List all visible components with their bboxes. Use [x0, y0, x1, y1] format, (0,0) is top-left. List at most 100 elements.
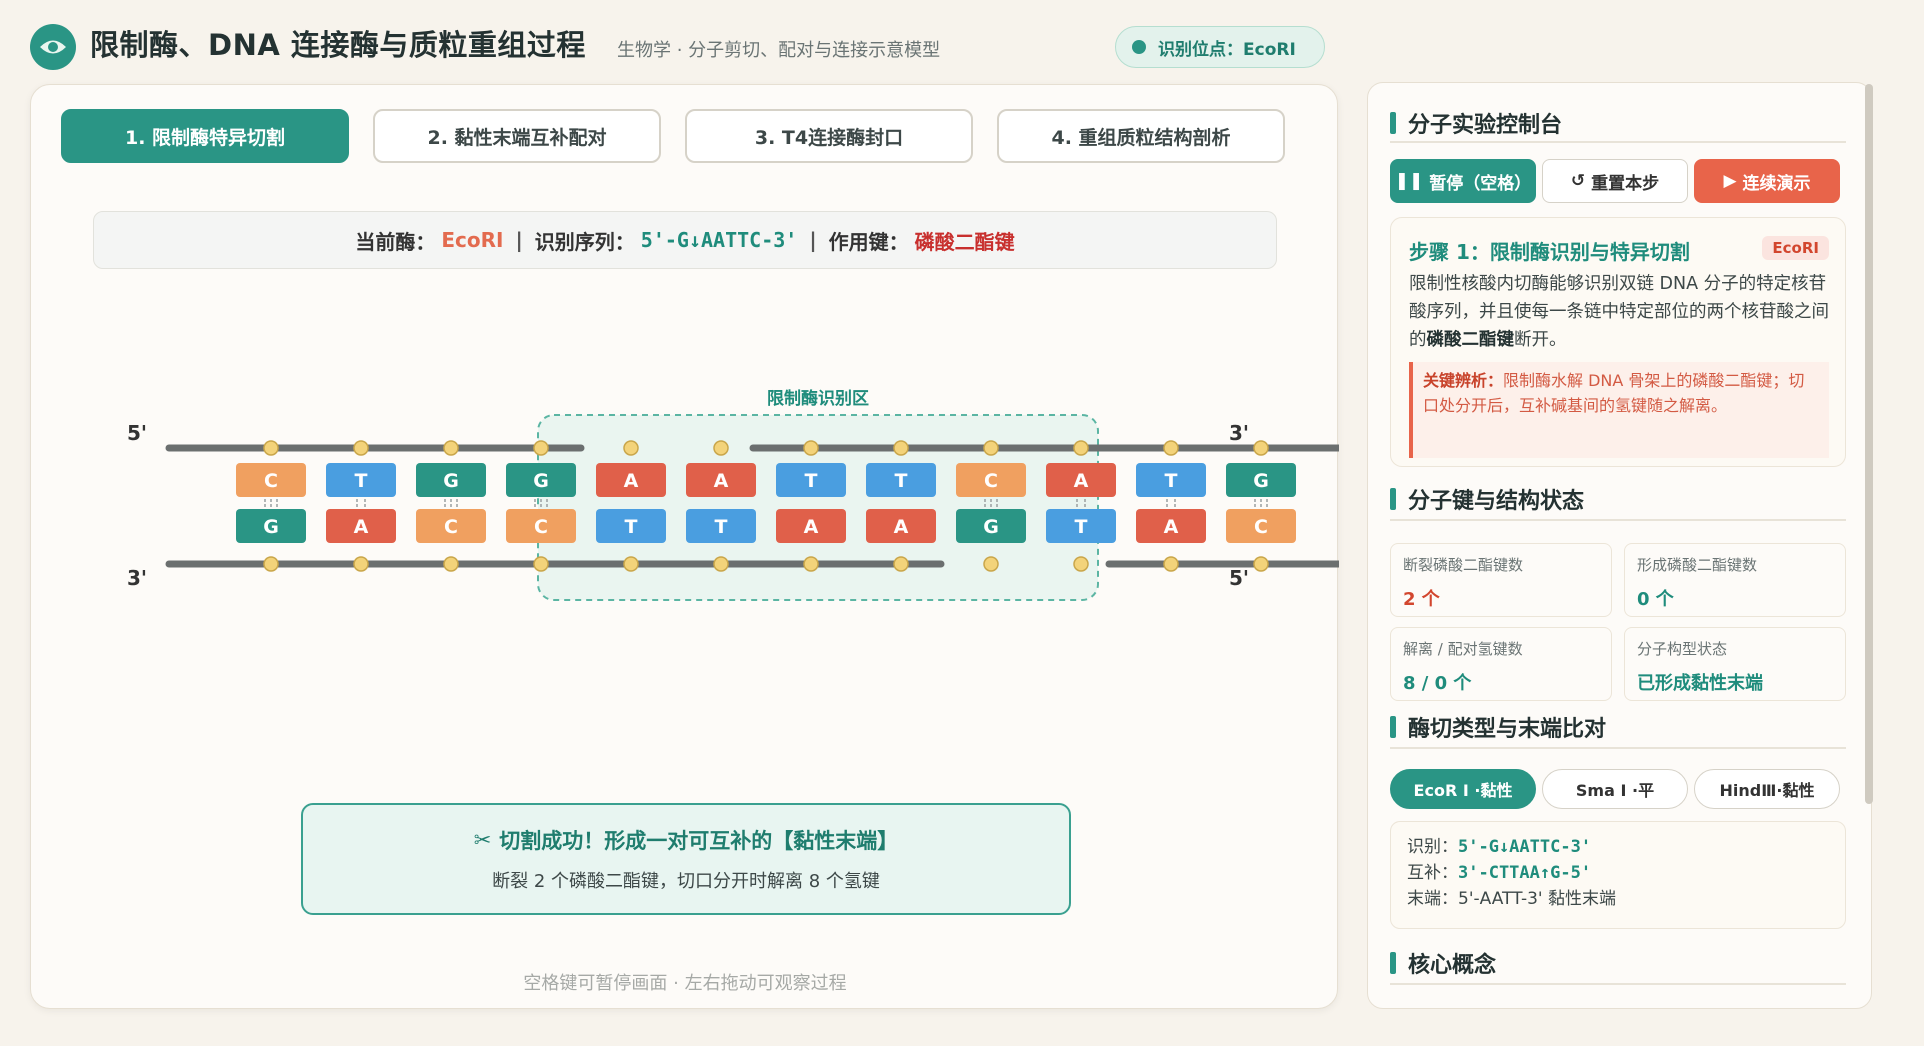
tab-step-3[interactable]: 3. T4连接酶封口 — [685, 109, 973, 163]
tab-step-1[interactable]: 1. 限制酶特异切割 — [61, 109, 349, 163]
stat-broken-bonds: 断裂磷酸二酯键数 2 个 — [1390, 543, 1612, 617]
end-value: 5'-AATT-3' 黏性末端 — [1458, 889, 1616, 909]
enzyme-type-ecori[interactable]: EcoR Ⅰ ·黏性 — [1390, 769, 1536, 809]
bond-label: 作用键： — [828, 229, 909, 254]
phosphate-node — [1073, 440, 1089, 456]
phosphate-node — [1163, 440, 1179, 456]
base-label: A — [804, 516, 819, 538]
pause-label: 暂停（空格） — [1429, 173, 1532, 194]
section-divider — [1390, 747, 1846, 749]
main-stage: 1. 限制酶特异切割 2. 黏性末端互补配对 3. T4连接酶封口 4. 重组质… — [30, 84, 1339, 1009]
base-label: T — [715, 516, 728, 538]
end-comparison-card: 识别：5'-G↓AATTC-3' 互补：3'-CTTAA↑G-5' 末端：5'-… — [1390, 821, 1846, 929]
base-label: T — [1075, 516, 1088, 538]
phosphate-node — [353, 440, 369, 456]
dna-diagram[interactable]: 限制酶识别区 5' 3' 3' 5' C T G G A A T T C A T G G A C C T T A A G… — [31, 375, 1339, 705]
status-title: 分子键与结构状态 — [1390, 483, 1584, 515]
base-label: C — [984, 470, 998, 492]
phosphate-node — [623, 556, 639, 572]
side-panel: 分子实验控制台 ❚❚ 暂停（空格） ↺ 重置本步 ▶ 连续演示 步骤 1：限制酶… — [1367, 82, 1872, 1009]
phosphate-node — [1073, 556, 1089, 572]
enzyme-type-smai[interactable]: Sma Ⅰ ·平 — [1542, 769, 1688, 809]
status-dot-icon — [1132, 40, 1146, 54]
core-concept-title: 核心概念 — [1390, 947, 1496, 979]
recognition-value: 5'-G↓AATTC-3' — [1458, 837, 1592, 857]
phosphate-node — [533, 556, 549, 572]
recognition-region — [537, 414, 1099, 601]
phosphate-node — [983, 440, 999, 456]
phosphate-node — [1253, 556, 1269, 572]
key-analysis-box: 关键辨析：限制酶水解 DNA 骨架上的磷酸二酯键；切口处分开后，互补碱基间的氢键… — [1409, 362, 1829, 458]
separator: | — [515, 228, 523, 252]
reset-button[interactable]: ↺ 重置本步 — [1542, 159, 1688, 203]
app-header: 限制酶、DNA 连接酶与质粒重组过程 生物学 · 分子剪切、配对与连接示意模型 … — [0, 0, 1924, 84]
step-text: 限制性核酸内切酶能够识别双链 DNA 分子的特定核苷酸序列，并且使每一条链中特定… — [1409, 270, 1839, 354]
play-label: 连续演示 — [1742, 173, 1811, 194]
phosphate-node — [803, 440, 819, 456]
row-label: 互补： — [1407, 863, 1458, 883]
base-label: A — [1164, 516, 1179, 538]
step-description-card: 步骤 1：限制酶识别与特异切割 EcoRI 限制性核酸内切酶能够识别双链 DNA… — [1390, 217, 1846, 467]
section-divider — [1390, 983, 1846, 985]
enzyme-info-bar: 当前酶： EcoRI | 识别序列： 5'-G↓AATTC-3' | 作用键： … — [93, 211, 1277, 269]
phosphate-node — [263, 440, 279, 456]
enzyme-type-hindiii[interactable]: HindⅢ·黏性 — [1694, 769, 1840, 809]
stat-value: 2 个 — [1403, 589, 1440, 610]
app-title: 限制酶、DNA 连接酶与质粒重组过程 — [90, 28, 586, 62]
base-label: T — [895, 470, 908, 492]
app-logo — [30, 24, 76, 70]
strand-end-label: 3' — [1229, 421, 1249, 445]
side-panel-scrollbar[interactable] — [1865, 84, 1873, 804]
base-label: C — [1254, 516, 1268, 538]
base-label: T — [1165, 470, 1178, 492]
step-tabs: 1. 限制酶特异切割 2. 黏性末端互补配对 3. T4连接酶封口 4. 重组质… — [61, 109, 1285, 163]
base-label: A — [624, 470, 639, 492]
pause-button[interactable]: ❚❚ 暂停（空格） — [1390, 159, 1536, 203]
phosphate-node — [713, 440, 729, 456]
phosphate-node — [893, 556, 909, 572]
stat-label: 断裂磷酸二酯键数 — [1403, 556, 1524, 574]
base-label: C — [444, 516, 458, 538]
row-label: 识别： — [1407, 837, 1458, 857]
console-title: 分子实验控制台 — [1390, 107, 1562, 139]
control-buttons: ❚❚ 暂停（空格） ↺ 重置本步 ▶ 连续演示 — [1390, 159, 1840, 203]
stat-hydrogen-bonds: 解离 / 配对氢键数 8 / 0 个 — [1390, 627, 1612, 701]
tab-step-4[interactable]: 4. 重组质粒结构剖析 — [997, 109, 1285, 163]
reset-icon: ↺ — [1570, 171, 1586, 191]
phosphate-node — [533, 440, 549, 456]
stat-label: 解离 / 配对氢键数 — [1403, 640, 1523, 658]
phosphate-node — [353, 556, 369, 572]
phosphate-node — [983, 556, 999, 572]
reset-label: 重置本步 — [1591, 173, 1660, 194]
stat-label: 分子构型状态 — [1637, 640, 1728, 658]
scissors-icon: ✂ — [473, 828, 492, 852]
section-divider — [1390, 519, 1846, 521]
recognition-region-label: 限制酶识别区 — [767, 388, 869, 409]
base-label: T — [355, 470, 368, 492]
base-label: G — [533, 470, 549, 492]
separator: | — [809, 228, 817, 252]
sequence-label: 识别序列： — [534, 229, 635, 254]
key-analysis-label: 关键辨析： — [1423, 371, 1504, 390]
phosphate-node — [623, 440, 639, 456]
success-title: ✂ 切割成功！形成一对可互补的【黏性末端】 — [474, 825, 899, 855]
base-label: C — [264, 470, 278, 492]
base-label: T — [805, 470, 818, 492]
phosphate-node — [443, 556, 459, 572]
eye-icon — [40, 40, 66, 54]
phosphate-node — [1253, 440, 1269, 456]
enzyme-name: EcoRI — [441, 228, 504, 252]
enzyme-type-selector: EcoR Ⅰ ·黏性 Sma Ⅰ ·平 HindⅢ·黏性 — [1390, 769, 1840, 809]
complement-value: 3'-CTTAA↑G-5' — [1458, 863, 1592, 883]
base-label: T — [625, 516, 638, 538]
tab-step-2[interactable]: 2. 黏性末端互补配对 — [373, 109, 661, 163]
bond-type: 磷酸二酯键 — [914, 229, 1015, 254]
stat-molecule-state: 分子构型状态 已形成黏性末端 — [1624, 627, 1846, 701]
base-label: C — [534, 516, 548, 538]
step-title: 步骤 1：限制酶识别与特异切割 — [1409, 240, 1690, 264]
success-message: ✂ 切割成功！形成一对可互补的【黏性末端】 断裂 2 个磷酸二酯键，切口分开时解… — [301, 803, 1071, 915]
step-text-part: 断开。 — [1514, 330, 1567, 350]
stat-formed-bonds: 形成磷酸二酯键数 0 个 — [1624, 543, 1846, 617]
play-button[interactable]: ▶ 连续演示 — [1694, 159, 1840, 203]
phosphate-node — [803, 556, 819, 572]
